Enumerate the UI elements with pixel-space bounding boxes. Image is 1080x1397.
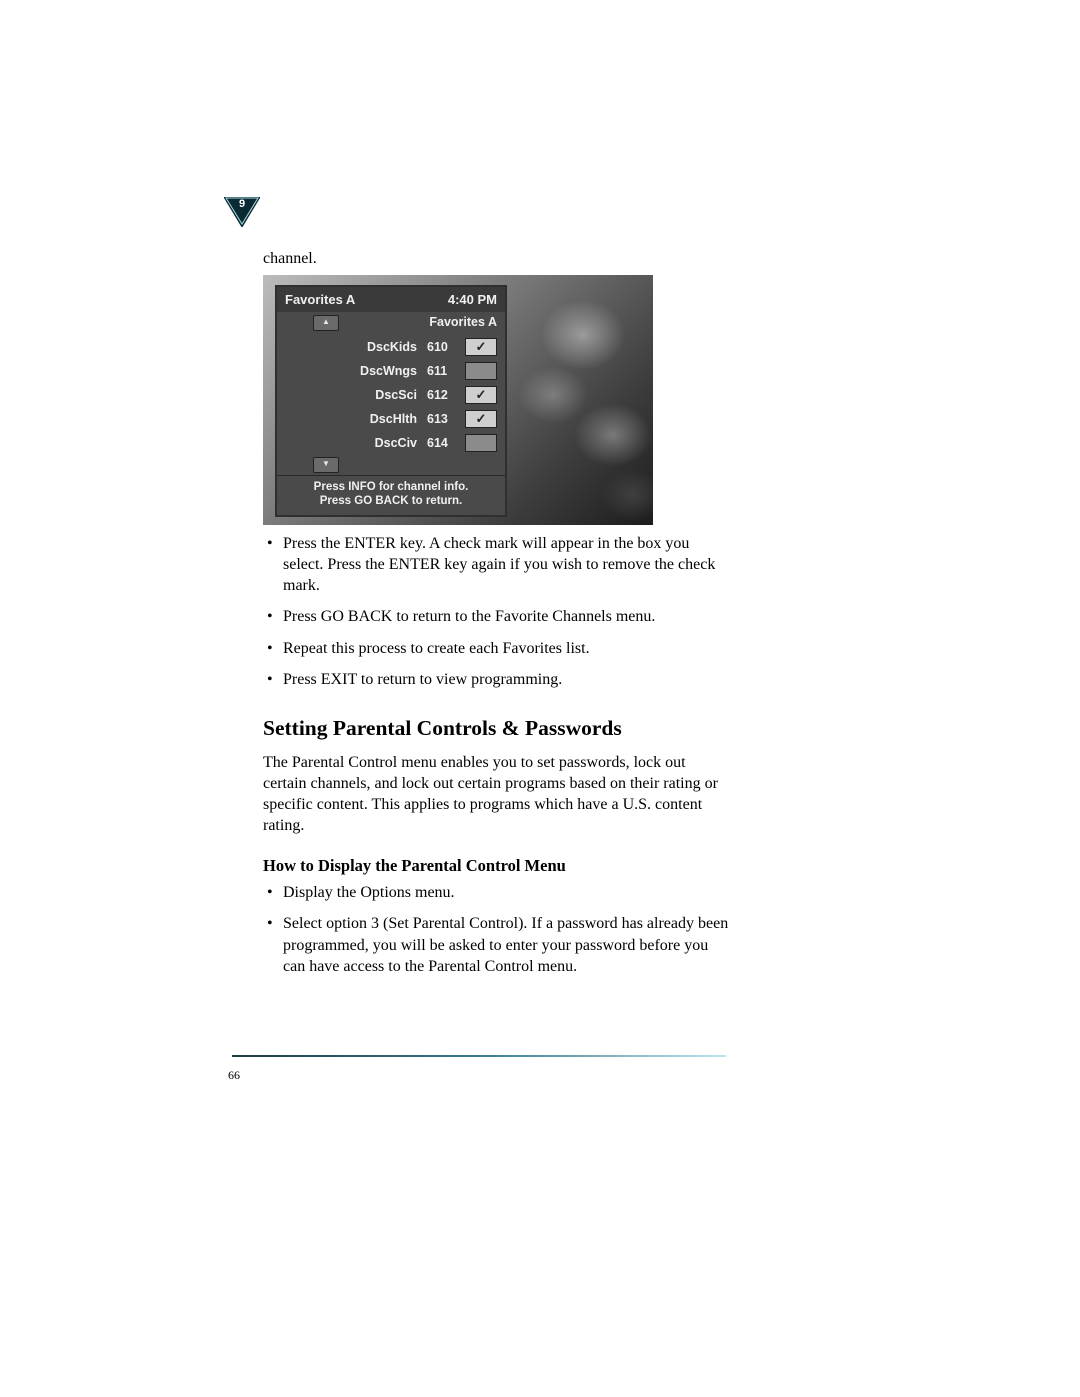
channel-number: 613	[427, 411, 455, 428]
scroll-up-icon[interactable]: ▲	[313, 315, 339, 331]
check-icon[interactable]: ✓	[465, 362, 497, 380]
channel-list: DscKids 610 ✓ DscWngs 611 ✓ DscSci 612 ✓	[277, 335, 505, 457]
panel-time: 4:40 PM	[448, 291, 497, 308]
bullet-list-1: Press the ENTER key. A check mark will a…	[263, 533, 733, 690]
channel-name: DscCiv	[349, 435, 417, 452]
footer-rule	[232, 1055, 726, 1057]
scroll-down-icon[interactable]: ▼	[313, 457, 339, 473]
check-icon[interactable]: ✓	[465, 434, 497, 452]
channel-name: DscWngs	[349, 363, 417, 380]
channel-name: DscKids	[349, 339, 417, 356]
content-area: channel. Favorites A 4:40 PM ▲ Favorites…	[263, 248, 733, 995]
hint-line-1: Press INFO for channel info.	[283, 480, 499, 494]
bullet-item: Repeat this process to create each Favor…	[263, 638, 733, 659]
panel-subheader: ▲ Favorites A	[277, 312, 505, 335]
channel-number: 612	[427, 387, 455, 404]
panel-footer-arrow: ▼	[277, 457, 505, 475]
channel-number: 610	[427, 339, 455, 356]
channel-row[interactable]: DscCiv 614 ✓	[285, 431, 497, 455]
chapter-marker: 9	[224, 197, 260, 227]
channel-row[interactable]: DscWngs 611 ✓	[285, 359, 497, 383]
bullet-item: Select option 3 (Set Parental Control). …	[263, 913, 733, 976]
bullet-item: Press the ENTER key. A check mark will a…	[263, 533, 733, 596]
hint-line-2: Press GO BACK to return.	[283, 494, 499, 508]
channel-row[interactable]: DscSci 612 ✓	[285, 383, 497, 407]
heading-parental-controls: Setting Parental Controls & Passwords	[263, 714, 733, 742]
channel-row[interactable]: DscHlth 613 ✓	[285, 407, 497, 431]
bullet-item: Display the Options menu.	[263, 882, 733, 903]
page-number: 66	[228, 1068, 240, 1083]
panel-title: Favorites A	[285, 291, 355, 308]
channel-name: DscSci	[349, 387, 417, 404]
favorites-screenshot: Favorites A 4:40 PM ▲ Favorites A DscKid…	[263, 275, 653, 525]
check-icon[interactable]: ✓	[465, 410, 497, 428]
heading-display-menu: How to Display the Parental Control Menu	[263, 855, 733, 877]
bullet-item: Press GO BACK to return to the Favorite …	[263, 606, 733, 627]
channel-number: 614	[427, 435, 455, 452]
channel-row[interactable]: DscKids 610 ✓	[285, 335, 497, 359]
bullet-item: Press EXIT to return to view programming…	[263, 669, 733, 690]
panel-subtitle: Favorites A	[429, 314, 497, 331]
check-icon[interactable]: ✓	[465, 386, 497, 404]
page: 9 channel. Favorites A 4:40 PM ▲ Favorit…	[0, 0, 1080, 1397]
bullet-list-2: Display the Options menu. Select option …	[263, 882, 733, 976]
paragraph-parental-controls: The Parental Control menu enables you to…	[263, 752, 733, 836]
check-icon[interactable]: ✓	[465, 338, 497, 356]
panel-hint: Press INFO for channel info. Press GO BA…	[277, 475, 505, 515]
favorites-panel: Favorites A 4:40 PM ▲ Favorites A DscKid…	[275, 285, 507, 516]
panel-header: Favorites A 4:40 PM	[277, 287, 505, 312]
channel-number: 611	[427, 363, 455, 380]
chapter-number: 9	[224, 198, 260, 210]
channel-name: DscHlth	[349, 411, 417, 428]
continuation-text: channel.	[263, 248, 733, 269]
